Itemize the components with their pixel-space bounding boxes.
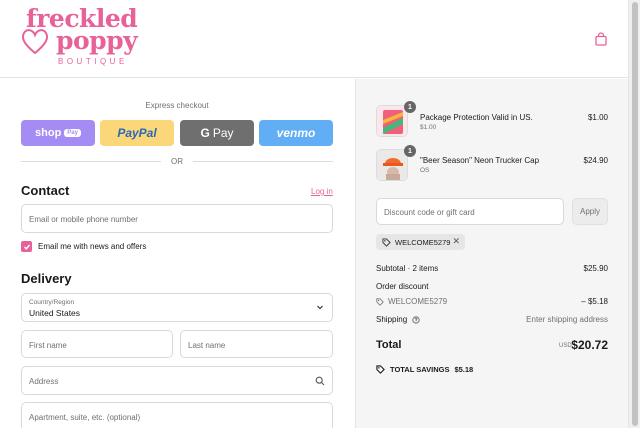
last-name-field[interactable]: Last name: [180, 330, 333, 358]
country-value: United States: [29, 308, 81, 318]
total-currency: USD: [559, 343, 572, 349]
paypal-logo: PayPal: [117, 126, 157, 140]
divider-line: [193, 161, 333, 162]
shop-pay-button[interactable]: shop Pay: [21, 120, 95, 146]
page-scrollbar[interactable]: [628, 0, 640, 428]
shipping-value: Enter shipping address: [526, 315, 608, 324]
remove-discount-icon[interactable]: ✕: [452, 236, 460, 247]
tag-icon: [382, 237, 391, 247]
last-name-placeholder: Last name: [188, 341, 226, 350]
logo-wordmark: freckled poppy: [26, 6, 138, 55]
email-field[interactable]: Email or mobile phone number: [21, 204, 333, 233]
logo-subtitle: BOUTIQUE: [58, 57, 128, 66]
item-variant: $1.00: [420, 124, 437, 131]
shipping-row: Shipping: [376, 315, 420, 324]
quantity-badge: 1: [404, 145, 416, 157]
express-checkout-label: Express checkout: [145, 101, 209, 110]
apartment-placeholder: Apartment, suite, etc. (optional): [29, 413, 141, 422]
chevron-down-icon: [317, 305, 323, 310]
tag-icon: [376, 297, 384, 306]
login-link[interactable]: Log in: [311, 187, 333, 196]
google-g-icon: G: [200, 126, 210, 140]
total-savings: TOTAL SAVINGS $5.18: [376, 365, 473, 374]
product-thumbnail-trucker-cap: [376, 149, 408, 181]
shopping-bag-icon[interactable]: [594, 32, 608, 46]
news-checkbox-label: Email me with news and offers: [38, 242, 147, 251]
apartment-field[interactable]: Apartment, suite, etc. (optional): [21, 402, 333, 428]
store-logo[interactable]: freckled poppy BOUTIQUE: [20, 6, 144, 72]
product-thumbnail-package-protection: [376, 105, 408, 137]
quantity-badge: 1: [404, 101, 416, 113]
order-summary: 1 Package Protection Valid in US. $1.00 …: [355, 79, 628, 428]
scrollbar-thumb[interactable]: [632, 2, 638, 426]
discount-code-row: WELCOME5279: [376, 297, 447, 306]
contact-heading: Contact: [21, 183, 70, 198]
venmo-logo: venmo: [276, 126, 316, 140]
shop-pay-badge: Pay: [64, 129, 81, 137]
order-discount-label: Order discount: [376, 282, 429, 291]
discount-code-text: WELCOME5279: [388, 297, 448, 306]
discount-code-input[interactable]: Discount code or gift card: [376, 198, 564, 225]
savings-value: $5.18: [454, 365, 474, 374]
first-name-placeholder: First name: [29, 341, 67, 350]
applied-discount-chip: WELCOME5279 ✕: [376, 234, 465, 250]
tag-icon: [376, 365, 385, 374]
shop-pay-logo: shop: [35, 127, 62, 139]
delivery-heading: Delivery: [21, 271, 72, 286]
subtotal-value: $25.90: [583, 264, 608, 273]
country-select[interactable]: Country/Region United States: [21, 293, 333, 322]
item-name: "Beer Season" Neon Trucker Cap: [420, 156, 540, 165]
total-label: Total: [376, 339, 402, 351]
discount-value: – $5.18: [581, 297, 608, 306]
logo-line-2: poppy: [56, 26, 138, 55]
checkmark-icon: [23, 244, 30, 250]
item-price: $1.00: [587, 113, 608, 122]
total-value: $20.72: [571, 338, 608, 352]
savings-label: TOTAL SAVINGS: [390, 365, 450, 374]
first-name-field[interactable]: First name: [21, 330, 173, 358]
google-pay-button[interactable]: G Pay: [180, 120, 254, 146]
help-circle-icon[interactable]: [412, 315, 420, 324]
search-icon: [315, 376, 325, 386]
or-divider: OR: [21, 156, 333, 166]
shipping-label: Shipping: [376, 315, 408, 324]
checkout-form: Express checkout shop Pay PayPal G Pay v…: [0, 79, 355, 428]
trucker-cap-image: [377, 150, 407, 180]
google-pay-label: Pay: [212, 126, 234, 140]
apply-discount-button[interactable]: Apply: [572, 198, 608, 225]
applied-code-text: WELCOME5279: [395, 237, 451, 247]
address-placeholder: Address: [29, 377, 59, 386]
item-name: Package Protection Valid in US.: [420, 113, 533, 122]
discount-placeholder: Discount code or gift card: [384, 208, 475, 217]
paypal-button[interactable]: PayPal: [100, 120, 174, 146]
item-variant: OS: [420, 167, 430, 174]
package-protection-image: [377, 106, 407, 136]
address-field[interactable]: Address: [21, 366, 333, 395]
country-label: Country/Region: [29, 299, 75, 306]
email-placeholder: Email or mobile phone number: [29, 215, 138, 224]
venmo-button[interactable]: venmo: [259, 120, 333, 146]
subtotal-label: Subtotal · 2 items: [376, 264, 439, 273]
header: freckled poppy BOUTIQUE: [0, 0, 628, 78]
news-checkbox[interactable]: [21, 241, 32, 252]
item-price: $24.90: [583, 156, 608, 165]
